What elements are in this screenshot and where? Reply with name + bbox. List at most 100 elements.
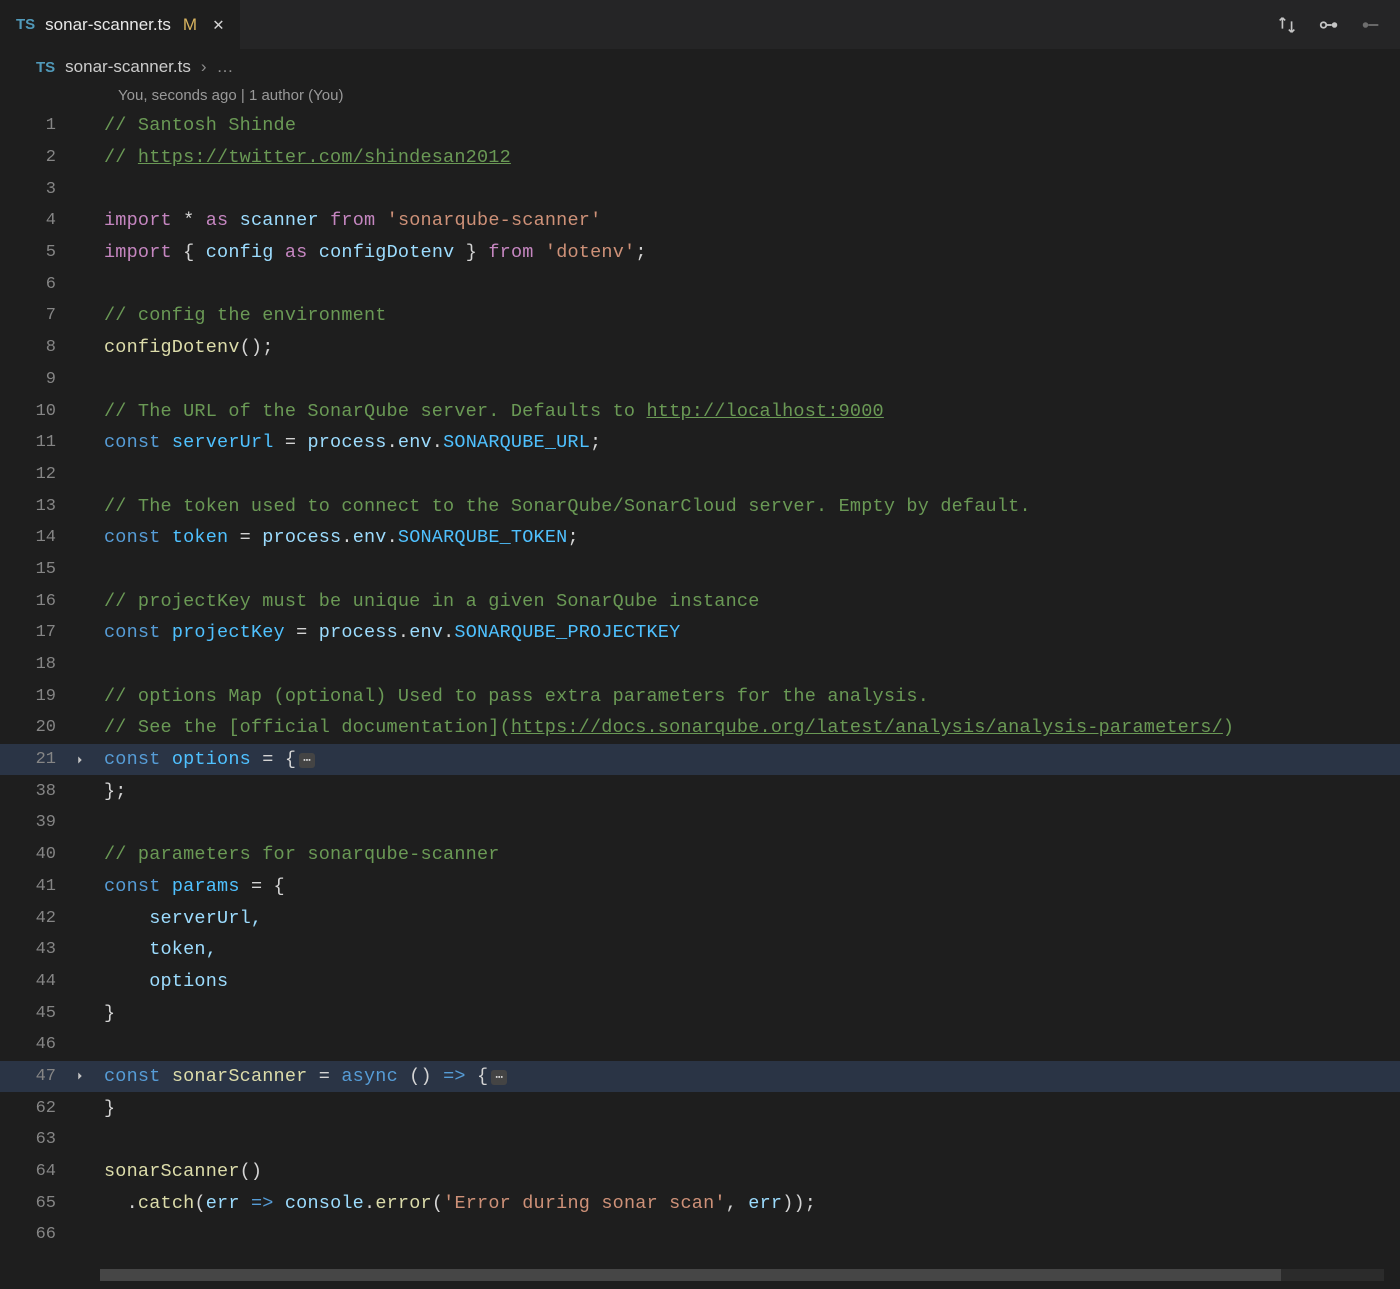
code-lines: 1// Santosh Shinde 2// https://twitter.c…: [0, 84, 1400, 1251]
comment: // config the environment: [104, 305, 387, 326]
tab-sonar-scanner[interactable]: TS sonar-scanner.ts M ✕: [0, 0, 241, 49]
code-line[interactable]: 63: [0, 1124, 1400, 1156]
string: 'Error during sonar scan': [443, 1193, 726, 1214]
fn-call: error: [375, 1193, 432, 1214]
breadcrumb-file[interactable]: sonar-scanner.ts: [65, 57, 191, 77]
code-line[interactable]: 39: [0, 807, 1400, 839]
scrollbar-thumb[interactable]: [100, 1269, 1281, 1281]
line-number: 40: [0, 845, 70, 864]
folded-indicator[interactable]: ⋯: [491, 1070, 507, 1085]
identifier: configDotenv: [319, 242, 455, 263]
code-line[interactable]: 11const serverUrl = process.env.SONARQUB…: [0, 427, 1400, 459]
code-line[interactable]: 66: [0, 1219, 1400, 1251]
code-line[interactable]: 20// See the [official documentation](ht…: [0, 712, 1400, 744]
close-icon[interactable]: ✕: [213, 14, 224, 36]
line-number: 19: [0, 687, 70, 706]
identifier: process: [319, 622, 398, 643]
open-changes-icon[interactable]: [1316, 12, 1342, 38]
code-line[interactable]: 19// options Map (optional) Used to pass…: [0, 680, 1400, 712]
code-line[interactable]: 18: [0, 649, 1400, 681]
identifier: token: [172, 527, 229, 548]
identifier: serverUrl,: [104, 908, 262, 929]
token: .: [364, 1193, 375, 1214]
identifier: SONARQUBE_TOKEN: [398, 527, 568, 548]
code-line[interactable]: 42 serverUrl,: [0, 902, 1400, 934]
code-line[interactable]: 8configDotenv();: [0, 332, 1400, 364]
compare-changes-icon[interactable]: [1274, 12, 1300, 38]
line-number: 1: [0, 116, 70, 135]
link[interactable]: http://localhost:9000: [647, 401, 884, 422]
line-number: 63: [0, 1130, 70, 1149]
editor-area[interactable]: You, seconds ago | 1 author (You) 1// Sa…: [0, 84, 1400, 1289]
code-line[interactable]: 10// The URL of the SonarQube server. De…: [0, 395, 1400, 427]
token: .: [432, 432, 443, 453]
token: (: [432, 1193, 443, 1214]
breadcrumb[interactable]: TS sonar-scanner.ts › …: [0, 50, 1400, 84]
line-number: 39: [0, 813, 70, 832]
comment: ): [1223, 717, 1234, 738]
code-line[interactable]: 1// Santosh Shinde: [0, 110, 1400, 142]
fold-collapsed-icon[interactable]: [70, 753, 90, 767]
line-number: 44: [0, 972, 70, 991]
code-line[interactable]: 4import * as scanner from 'sonarqube-sca…: [0, 205, 1400, 237]
revert-icon[interactable]: [1358, 12, 1384, 38]
token: }: [104, 1003, 115, 1024]
token: [104, 1193, 127, 1214]
code-line[interactable]: 14const token = process.env.SONARQUBE_TO…: [0, 522, 1400, 554]
identifier: sonarScanner: [172, 1066, 308, 1087]
keyword: from: [488, 242, 533, 263]
code-line[interactable]: 62}: [0, 1092, 1400, 1124]
code-line[interactable]: 44 options: [0, 966, 1400, 998]
token: }: [104, 1098, 115, 1119]
line-number: 20: [0, 718, 70, 737]
code-line[interactable]: 46: [0, 1029, 1400, 1061]
code-line[interactable]: 40// parameters for sonarqube-scanner: [0, 839, 1400, 871]
code-line[interactable]: 17const projectKey = process.env.SONARQU…: [0, 617, 1400, 649]
ts-icon: TS: [36, 59, 55, 76]
code-line[interactable]: 5import { config as configDotenv } from …: [0, 237, 1400, 269]
string: 'sonarqube-scanner': [387, 210, 602, 231]
code-line[interactable]: 43 token,: [0, 934, 1400, 966]
code-line[interactable]: 16// projectKey must be unique in a give…: [0, 585, 1400, 617]
keyword: const: [104, 1066, 161, 1087]
code-line[interactable]: 13// The token used to connect to the So…: [0, 490, 1400, 522]
code-line[interactable]: 15: [0, 554, 1400, 586]
token: (: [194, 1193, 205, 1214]
keyword: import: [104, 242, 172, 263]
horizontal-scrollbar[interactable]: [100, 1269, 1384, 1281]
code-line[interactable]: 3: [0, 173, 1400, 205]
breadcrumb-trail[interactable]: …: [217, 57, 234, 77]
identifier: env: [409, 622, 443, 643]
link[interactable]: https://docs.sonarqube.org/latest/analys…: [511, 717, 1223, 738]
token: .: [127, 1193, 138, 1214]
code-line[interactable]: 65 .catch(err => console.error('Error du…: [0, 1187, 1400, 1219]
code-line[interactable]: 7// config the environment: [0, 300, 1400, 332]
code-line[interactable]: 64sonarScanner(): [0, 1156, 1400, 1188]
line-number: 12: [0, 465, 70, 484]
line-number: 17: [0, 623, 70, 642]
identifier: env: [353, 527, 387, 548]
chevron-right-icon: ›: [201, 57, 207, 77]
line-number: 46: [0, 1035, 70, 1054]
code-line[interactable]: 38};: [0, 775, 1400, 807]
code-line[interactable]: 12: [0, 459, 1400, 491]
token: = {: [240, 876, 285, 897]
identifier: env: [398, 432, 432, 453]
code-line[interactable]: 6: [0, 268, 1400, 300]
line-number: 3: [0, 180, 70, 199]
code-line[interactable]: 41const params = {: [0, 871, 1400, 903]
identifier: options: [172, 749, 251, 770]
identifier: console: [285, 1193, 364, 1214]
code-line[interactable]: 2// https://twitter.com/shindesan2012: [0, 142, 1400, 174]
code-line[interactable]: 21const options = {⋯: [0, 744, 1400, 776]
fold-collapsed-icon[interactable]: [70, 1069, 90, 1083]
codelens-author[interactable]: You, seconds ago | 1 author (You): [118, 87, 343, 104]
link[interactable]: https://twitter.com/shindesan2012: [138, 147, 511, 168]
code-line[interactable]: 9: [0, 364, 1400, 396]
fn-call: sonarScanner: [104, 1161, 240, 1182]
code-line[interactable]: 45}: [0, 997, 1400, 1029]
code-line[interactable]: 47const sonarScanner = async () => {⋯: [0, 1061, 1400, 1093]
token: ,: [726, 1193, 749, 1214]
line-number: 5: [0, 243, 70, 262]
folded-indicator[interactable]: ⋯: [299, 753, 315, 768]
